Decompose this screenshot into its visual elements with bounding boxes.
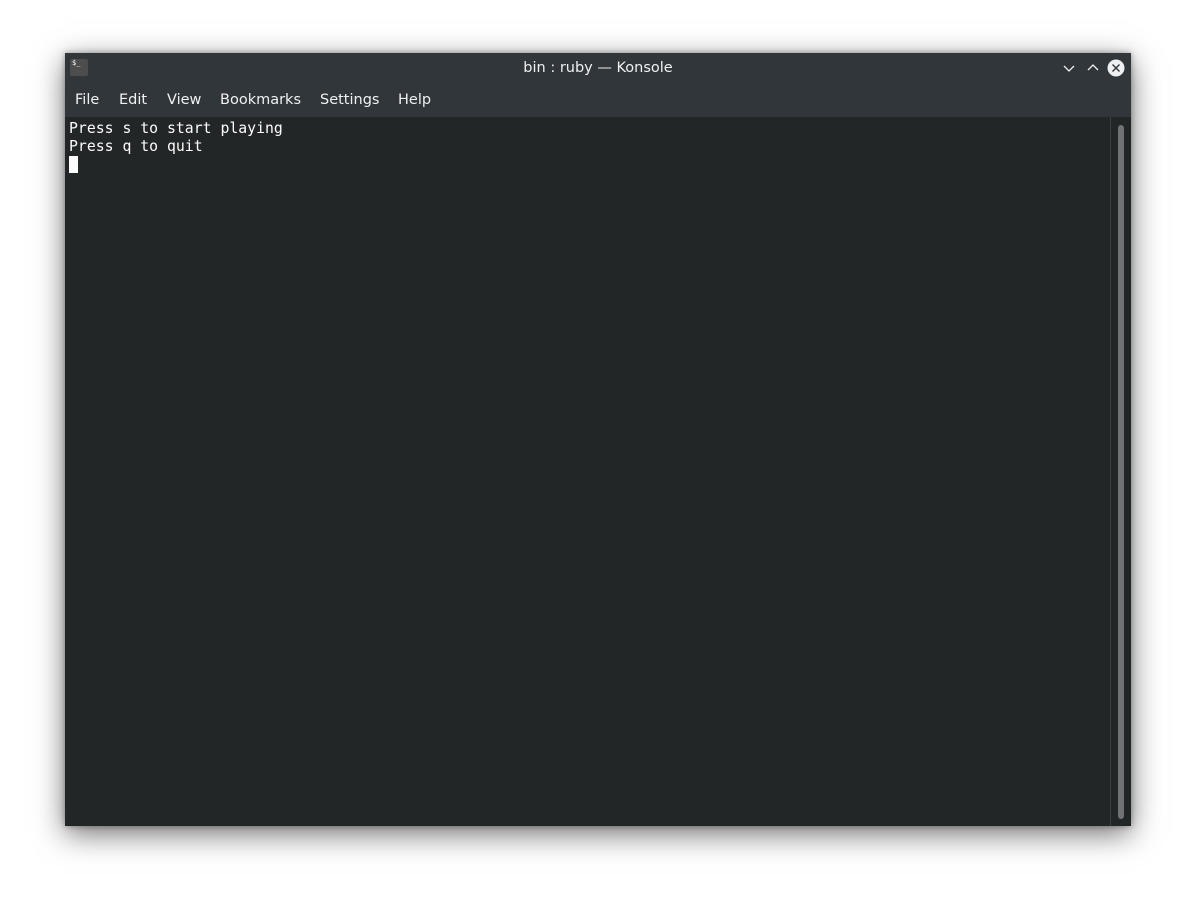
menu-file[interactable]: File xyxy=(75,84,99,117)
menu-bar: File Edit View Bookmarks Settings Help xyxy=(65,84,1131,117)
menu-help[interactable]: Help xyxy=(398,84,431,117)
terminal-icon[interactable]: $_ xyxy=(70,59,88,76)
chevron-down-icon xyxy=(1063,65,1075,72)
menu-view[interactable]: View xyxy=(167,84,201,117)
text-cursor xyxy=(69,156,78,173)
minimize-button[interactable] xyxy=(1060,59,1078,77)
maximize-button[interactable] xyxy=(1084,59,1102,77)
vertical-scrollbar[interactable] xyxy=(1110,117,1131,826)
menu-edit[interactable]: Edit xyxy=(119,84,147,117)
terminal-area[interactable]: Press s to start playing Press q to quit xyxy=(65,117,1110,826)
chevron-up-icon xyxy=(1087,64,1099,71)
terminal-line: Press s to start playing xyxy=(69,120,283,137)
menu-bookmarks[interactable]: Bookmarks xyxy=(220,84,301,117)
title-bar[interactable]: bin : ruby — Konsole $_ xyxy=(65,53,1131,84)
menu-settings[interactable]: Settings xyxy=(320,84,379,117)
konsole-window: bin : ruby — Konsole $_ File Edit View B… xyxy=(65,53,1131,826)
window-title: bin : ruby — Konsole xyxy=(523,60,673,76)
scrollbar-thumb[interactable] xyxy=(1118,125,1124,819)
close-icon xyxy=(1107,59,1125,77)
close-button[interactable] xyxy=(1107,59,1125,77)
terminal-line: Press q to quit xyxy=(69,138,203,155)
